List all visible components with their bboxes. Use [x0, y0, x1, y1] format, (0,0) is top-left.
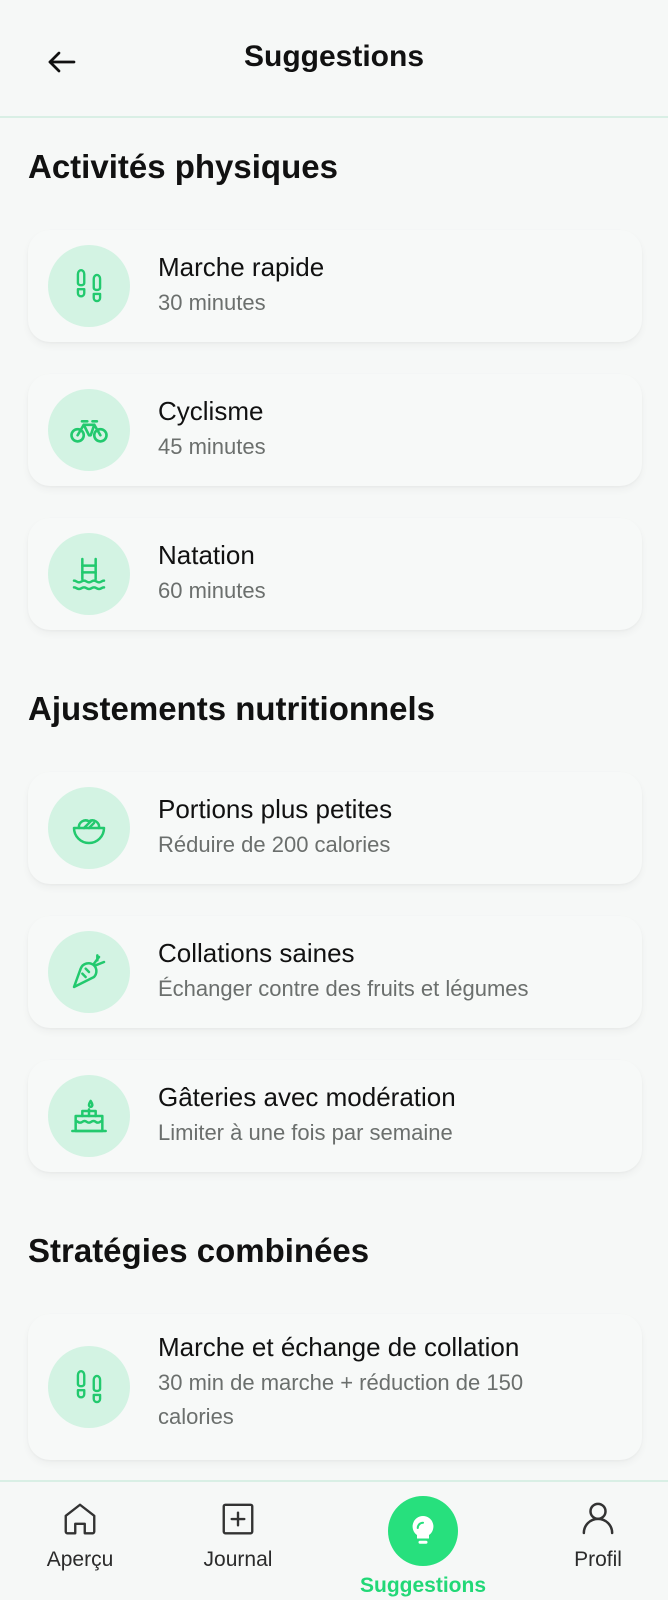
salad-bowl-icon	[72, 819, 106, 845]
bicycle-icon	[70, 419, 108, 443]
nav-label: Journal	[203, 1548, 273, 1571]
user-icon	[582, 1502, 614, 1535]
carrot-icon	[72, 954, 106, 989]
nav-icon-wrap	[578, 1498, 618, 1538]
suggestion-title: Collations saines	[158, 938, 355, 968]
suggestion-title: Marche et échange de collation	[158, 1332, 520, 1362]
nav-item-overview[interactable]: Aperçu	[0, 1482, 160, 1600]
nav-icon-wrap	[219, 1500, 257, 1538]
section-title-physical-activities: Activités physiques	[28, 148, 338, 185]
suggestion-title: Marche rapide	[158, 252, 325, 282]
icon-badge	[48, 931, 130, 1013]
suggestion-subtitle: 30 min de marche + réduction de 150 calo…	[158, 1370, 524, 1429]
suggestion-card-smaller-portions[interactable]: Portions plus petites Réduire de 200 cal…	[28, 772, 642, 884]
suggestions-screen: Suggestions Activités physiques Marche r…	[0, 0, 668, 1600]
suggestion-subtitle: 60 minutes	[158, 578, 266, 603]
active-indicator	[388, 1496, 458, 1566]
plus-square-icon	[222, 1503, 254, 1535]
footprints-icon	[76, 1369, 102, 1404]
suggestion-subtitle: Réduire de 200 calories	[158, 832, 391, 857]
icon-badge	[48, 389, 130, 471]
section-title-nutrition: Ajustements nutritionnels	[28, 690, 436, 727]
suggestion-title: Natation	[158, 540, 255, 570]
section-title-combined-strategies: Stratégies combinées	[28, 1232, 370, 1269]
nav-label: Aperçu	[46, 1548, 114, 1571]
suggestion-title: Cyclisme	[158, 396, 264, 426]
nav-icon-wrap	[61, 1500, 99, 1538]
nav-item-journal[interactable]: Journal	[158, 1482, 318, 1600]
icon-badge	[48, 533, 130, 615]
suggestion-subtitle: 30 minutes	[158, 290, 266, 315]
suggestion-card-treats[interactable]: Gâteries avec modération Limiter à une f…	[28, 1060, 642, 1172]
pool-icon	[72, 557, 106, 591]
suggestion-card-cycling[interactable]: Cyclisme 45 minutes	[28, 374, 642, 486]
lightbulb-icon	[412, 1516, 434, 1544]
header: Suggestions	[0, 0, 668, 118]
suggestion-subtitle: 45 minutes	[158, 434, 266, 459]
nav-item-profile[interactable]: Profil	[518, 1482, 668, 1600]
suggestion-title: Portions plus petites	[158, 794, 393, 824]
icon-badge	[48, 1346, 130, 1428]
nav-label: Suggestions	[359, 1574, 486, 1597]
bottom-navigation: Aperçu Journal Suggestions Profil	[0, 1480, 668, 1600]
suggestion-card-brisk-walk[interactable]: Marche rapide 30 minutes	[28, 230, 642, 342]
suggestion-card-swimming[interactable]: Natation 60 minutes	[28, 518, 642, 630]
home-icon	[64, 1503, 96, 1535]
icon-badge	[48, 1075, 130, 1157]
suggestion-card-walk-and-snack[interactable]: Marche et échange de collation 30 min de…	[28, 1314, 642, 1460]
nav-item-suggestions[interactable]: Suggestions	[343, 1482, 503, 1600]
cake-icon	[71, 1099, 107, 1133]
suggestion-subtitle: Échanger contre des fruits et légumes	[158, 976, 529, 1001]
icon-badge	[48, 787, 130, 869]
suggestion-title: Gâteries avec modération	[158, 1082, 456, 1112]
nav-icon-wrap	[388, 1496, 458, 1566]
suggestion-card-healthy-snacks[interactable]: Collations saines Échanger contre des fr…	[28, 916, 642, 1028]
page-title: Suggestions	[243, 40, 424, 73]
footprints-icon	[76, 268, 102, 303]
suggestion-subtitle: Limiter à une fois par semaine	[158, 1120, 453, 1145]
nav-label: Profil	[574, 1548, 622, 1571]
icon-badge	[48, 245, 130, 327]
